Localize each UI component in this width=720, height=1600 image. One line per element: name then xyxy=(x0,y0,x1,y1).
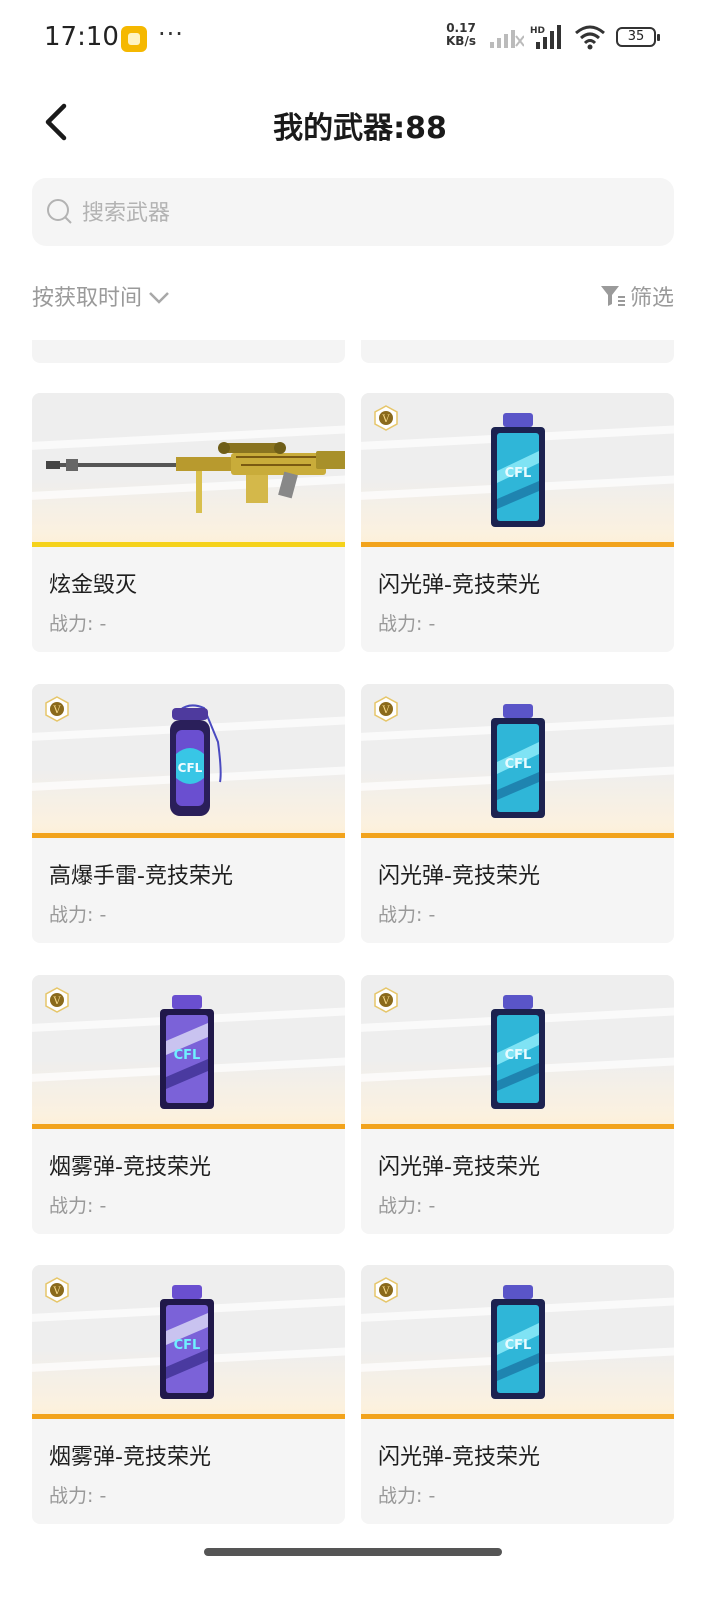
v-badge-icon: V xyxy=(45,696,69,722)
weapon-name: 闪光弹-竞技荣光 xyxy=(378,864,540,889)
flash-grenade-image: CFL xyxy=(491,1285,545,1399)
v-badge-icon: V xyxy=(374,405,398,431)
weapon-card[interactable]: V CFL 高爆手雷-竞技荣光 战力: - xyxy=(32,684,345,943)
signal-strong-icon: HD xyxy=(530,25,561,49)
page-title: 我的武器:88 xyxy=(273,111,447,146)
weapon-card[interactable]: V CFL 闪光弹-竞技荣光 战力: - xyxy=(361,975,674,1234)
weapon-power: 战力: - xyxy=(378,613,436,635)
svg-text:V: V xyxy=(381,996,390,1007)
weapon-card[interactable]: V CFL 闪光弹-竞技荣光 战力: - xyxy=(361,1265,674,1524)
weapon-image: V CFL xyxy=(32,684,345,838)
status-time: 17:10 xyxy=(44,22,119,52)
svg-text:V: V xyxy=(52,996,61,1007)
weapon-power: 战力: - xyxy=(378,904,436,926)
signal-weak-icon xyxy=(490,30,524,48)
sort-dropdown[interactable]: 按获取时间 xyxy=(32,280,170,312)
weapon-card[interactable]: V CFL 烟雾弹-竞技荣光 战力: - xyxy=(32,1265,345,1524)
svg-text:V: V xyxy=(381,1286,390,1297)
v-badge-icon: V xyxy=(45,1277,69,1303)
weapon-image xyxy=(32,393,345,547)
weapon-card-partial[interactable] xyxy=(361,340,674,363)
svg-text:CFL: CFL xyxy=(505,1338,532,1353)
v-badge-icon: V xyxy=(374,987,398,1013)
weapon-card-partial[interactable] xyxy=(32,340,345,363)
search-bar[interactable] xyxy=(32,178,674,246)
svg-text:V: V xyxy=(52,1286,61,1297)
sort-label: 按获取时间 xyxy=(32,286,143,311)
weapon-name: 烟雾弹-竞技荣光 xyxy=(49,1155,211,1180)
weapon-image: V CFL xyxy=(361,1265,674,1419)
rifle-image xyxy=(46,442,345,513)
v-badge-icon: V xyxy=(374,1277,398,1303)
v-badge-icon: V xyxy=(45,987,69,1013)
flash-grenade-image: CFL xyxy=(491,704,545,818)
app-notification-icon xyxy=(121,26,147,52)
flash-grenade-image: CFL xyxy=(491,995,545,1109)
svg-text:CFL: CFL xyxy=(174,1338,201,1353)
smoke-grenade-image: CFL xyxy=(160,995,214,1109)
status-bar: 17:10 ··· 0.17 KB/s HD 35 xyxy=(0,0,720,76)
weapon-card[interactable]: V CFL 闪光弹-竞技荣光 战力: - xyxy=(361,393,674,652)
weapon-name: 炫金毁灭 xyxy=(49,573,138,598)
wifi-icon xyxy=(575,25,605,50)
svg-text:CFL: CFL xyxy=(174,1048,201,1063)
home-indicator[interactable] xyxy=(204,1548,502,1556)
weapon-name: 烟雾弹-竞技荣光 xyxy=(49,1445,211,1470)
filter-button[interactable]: 筛选 xyxy=(600,280,674,312)
weapon-power: 战力: - xyxy=(49,613,107,635)
weapon-power: 战力: - xyxy=(49,904,107,926)
weapon-power: 战力: - xyxy=(378,1195,436,1217)
svg-text:V: V xyxy=(381,705,390,716)
svg-text:CFL: CFL xyxy=(505,466,532,481)
search-icon xyxy=(47,199,72,224)
filter-label: 筛选 xyxy=(629,286,674,311)
hd-label: HD xyxy=(530,26,545,36)
weapon-image: V CFL xyxy=(361,393,674,547)
weapon-power: 战力: - xyxy=(378,1485,436,1507)
weapon-card[interactable]: V CFL 闪光弹-竞技荣光 战力: - xyxy=(361,684,674,943)
v-badge-icon: V xyxy=(374,696,398,722)
weapon-image: V CFL xyxy=(361,975,674,1129)
weapon-image: V CFL xyxy=(361,684,674,838)
network-speed-unit: KB/s xyxy=(446,34,476,48)
svg-text:V: V xyxy=(381,414,390,425)
he-grenade-image: CFL xyxy=(170,704,222,816)
battery-icon: 35 xyxy=(616,27,660,47)
weapon-name: 闪光弹-竞技荣光 xyxy=(378,573,540,598)
weapon-name: 高爆手雷-竞技荣光 xyxy=(49,864,233,889)
svg-text:CFL: CFL xyxy=(505,1048,532,1063)
weapon-image: V CFL xyxy=(32,975,345,1129)
filter-icon xyxy=(600,286,625,306)
svg-text:CFL: CFL xyxy=(505,757,532,772)
svg-text:CFL: CFL xyxy=(178,761,203,775)
svg-text:V: V xyxy=(52,705,61,716)
network-speed: 0.17 KB/s xyxy=(446,22,476,48)
chevron-down-icon xyxy=(149,292,169,304)
search-input[interactable] xyxy=(80,192,644,234)
weapon-image: V CFL xyxy=(32,1265,345,1419)
flash-grenade-image: CFL xyxy=(491,413,545,527)
weapon-name: 闪光弹-竞技荣光 xyxy=(378,1445,540,1470)
weapon-power: 战力: - xyxy=(49,1195,107,1217)
weapon-card[interactable]: V CFL 烟雾弹-竞技荣光 战力: - xyxy=(32,975,345,1234)
weapon-name: 闪光弹-竞技荣光 xyxy=(378,1155,540,1180)
weapon-power: 战力: - xyxy=(49,1485,107,1507)
more-notifications-icon: ··· xyxy=(158,20,184,48)
weapon-card[interactable]: 炫金毁灭 战力: - xyxy=(32,393,345,652)
smoke-grenade-image: CFL xyxy=(160,1285,214,1399)
